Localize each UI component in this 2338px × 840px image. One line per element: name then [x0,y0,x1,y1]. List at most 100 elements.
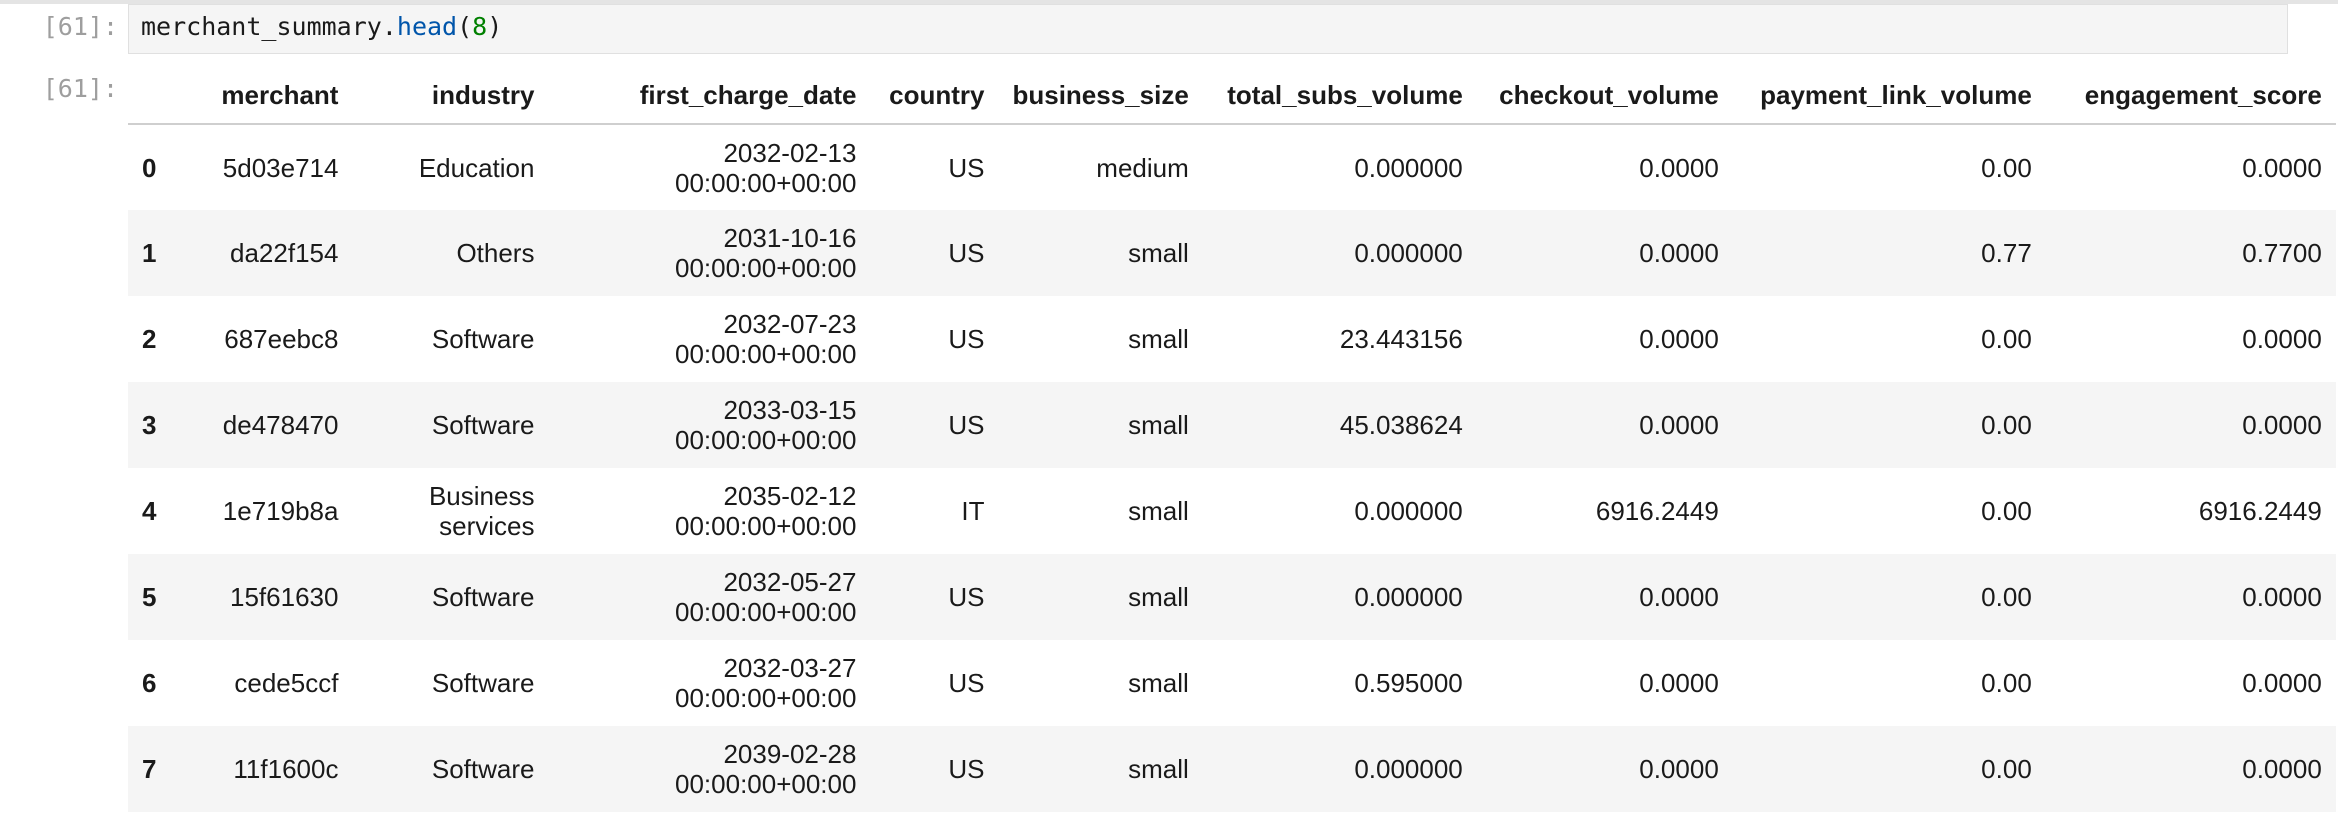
time-part: 00:00:00+00:00 [675,511,857,541]
industry-text: Software [431,754,535,784]
code-output-cell: [61]: merchant industry first_charge_dat… [0,54,2338,840]
payment-link-volume-cell: 0.00 [1981,496,2032,526]
code-function: head [396,12,458,41]
header-total-subs-volume: total_subs_volume [1202,66,1477,125]
business-size-cell: small [1128,668,1189,698]
engagement-score-cell: 0.0000 [2242,582,2322,612]
payment-link-volume-cell: 0.00 [1981,324,2032,354]
business-size-cell: small [1128,410,1189,440]
payment-link-volume-cell: 0.00 [1981,410,2032,440]
first-charge-date-cell: 2035-02-12 00:00:00+00:00 [548,468,870,554]
header-payment-link-volume: payment_link_volume [1732,66,2046,125]
checkout-volume-cell: 0.0000 [1639,238,1719,268]
industry-cell: Software [352,726,548,812]
dataframe-table: merchant industry first_charge_date coun… [128,66,2336,812]
total-subs-volume-cell: 45.038624 [1339,410,1463,440]
code-editor[interactable]: merchant_summary.head(8) [128,4,2288,54]
time-part: 00:00:00+00:00 [675,597,857,627]
industry-cell: Business services [352,468,548,554]
date-part: 2035-02-12 [723,481,857,511]
payment-link-volume-cell: 0.00 [1981,754,2032,784]
date-part: 2032-02-13 [723,137,857,168]
country-cell: US [948,582,985,612]
engagement-score-cell: 6916.2449 [2198,496,2322,526]
merchant-cell: 1e719b8a [222,496,339,526]
row-index: 4 [142,496,157,526]
industry-cell: Software [352,296,548,382]
header-first-charge-date: first_charge_date [548,66,871,125]
payment-link-volume-cell: 0.00 [1981,668,2032,698]
total-subs-volume-cell: 0.000000 [1354,582,1463,612]
engagement-score-cell: 0.7700 [2242,238,2322,268]
total-subs-volume-cell: 0.000000 [1354,496,1463,526]
industry-text: Education [418,152,535,183]
merchant-cell: 687eebc8 [224,324,339,354]
payment-link-volume-cell: 0.00 [1981,152,2032,183]
total-subs-volume-cell: 0.000000 [1354,152,1463,183]
total-subs-volume-cell: 0.000000 [1354,238,1463,268]
table-row: 3 de478470 Software 2033-03-15 00:00:00+0… [128,382,2336,468]
country-cell: US [948,754,985,784]
code-variable: merchant_summary [141,12,382,41]
business-size-cell: small [1128,582,1189,612]
engagement-score-cell: 0.0000 [2242,152,2322,183]
table-row: 6 cede5ccf Software 2032-03-27 00:00:00+0… [128,640,2336,726]
time-part: 00:00:00+00:00 [675,769,857,799]
table-row: 4 1e719b8a Business services 2035-02-12 0… [128,468,2336,554]
total-subs-volume-cell: 23.443156 [1339,324,1463,354]
header-index [128,66,171,125]
industry-text: Software [431,668,535,698]
merchant-cell: 5d03e714 [222,152,339,183]
date-part: 2032-03-27 [723,653,857,683]
row-index: 6 [142,668,157,698]
checkout-volume-cell: 0.0000 [1639,668,1719,698]
total-subs-volume-cell: 0.595000 [1354,668,1463,698]
header-engagement-score: engagement_score [2045,66,2336,125]
merchant-cell: 15f61630 [230,582,339,612]
code-input-cell: [61]: merchant_summary.head(8) [0,4,2338,54]
output-prompt: [61]: [42,74,118,103]
first-charge-date-cell: 2033-03-15 00:00:00+00:00 [548,382,870,468]
business-size-cell: small [1128,324,1189,354]
row-index: 2 [142,324,157,354]
industry-text: Software [431,324,535,354]
header-business-size: business_size [998,66,1203,125]
first-charge-date-cell: 2032-05-27 00:00:00+00:00 [548,554,870,640]
industry-text: Software [431,582,535,612]
industry-text: Business services [428,481,535,541]
time-part: 00:00:00+00:00 [675,167,857,198]
first-charge-date-cell: 2032-03-27 00:00:00+00:00 [548,640,870,726]
payment-link-volume-cell: 0.00 [1981,582,2032,612]
business-size-cell: medium [1096,152,1189,183]
code-close-paren: ) [487,12,503,41]
merchant-cell: de478470 [222,410,339,440]
table-body: 0 5d03e714 Education 2032-02-13 00:00:00+… [128,124,2336,812]
industry-cell: Software [352,640,548,726]
date-part: 2031-10-16 [723,223,857,253]
first-charge-date-cell: 2032-02-13 00:00:00+00:00 [548,124,870,210]
country-cell: US [948,152,985,183]
country-cell: US [948,410,985,440]
industry-text: Software [431,410,535,440]
date-part: 2039-02-28 [723,739,857,769]
table-header: merchant industry first_charge_date coun… [128,66,2336,125]
table-row: 7 11f1600c Software 2039-02-28 00:00:00+0… [128,726,2336,812]
table-row: 0 5d03e714 Education 2032-02-13 00:00:00+… [128,124,2336,210]
business-size-cell: small [1128,238,1189,268]
checkout-volume-cell: 0.0000 [1639,152,1719,183]
time-part: 00:00:00+00:00 [675,425,857,455]
row-index: 0 [142,152,157,183]
date-part: 2032-07-23 [723,309,857,339]
engagement-score-cell: 0.0000 [2242,668,2322,698]
checkout-volume-cell: 0.0000 [1639,754,1719,784]
code-dot: . [381,12,397,41]
first-charge-date-cell: 2032-07-23 00:00:00+00:00 [548,296,870,382]
time-part: 00:00:00+00:00 [675,339,857,369]
engagement-score-cell: 0.0000 [2242,754,2322,784]
row-index: 7 [142,754,157,784]
table-row: 2 687eebc8 Software 2032-07-23 00:00:00+0… [128,296,2336,382]
checkout-volume-cell: 6916.2449 [1595,496,1719,526]
engagement-score-cell: 0.0000 [2242,410,2322,440]
first-charge-date-cell: 2039-02-28 00:00:00+00:00 [548,726,870,812]
code-open-paren: ( [457,12,473,41]
